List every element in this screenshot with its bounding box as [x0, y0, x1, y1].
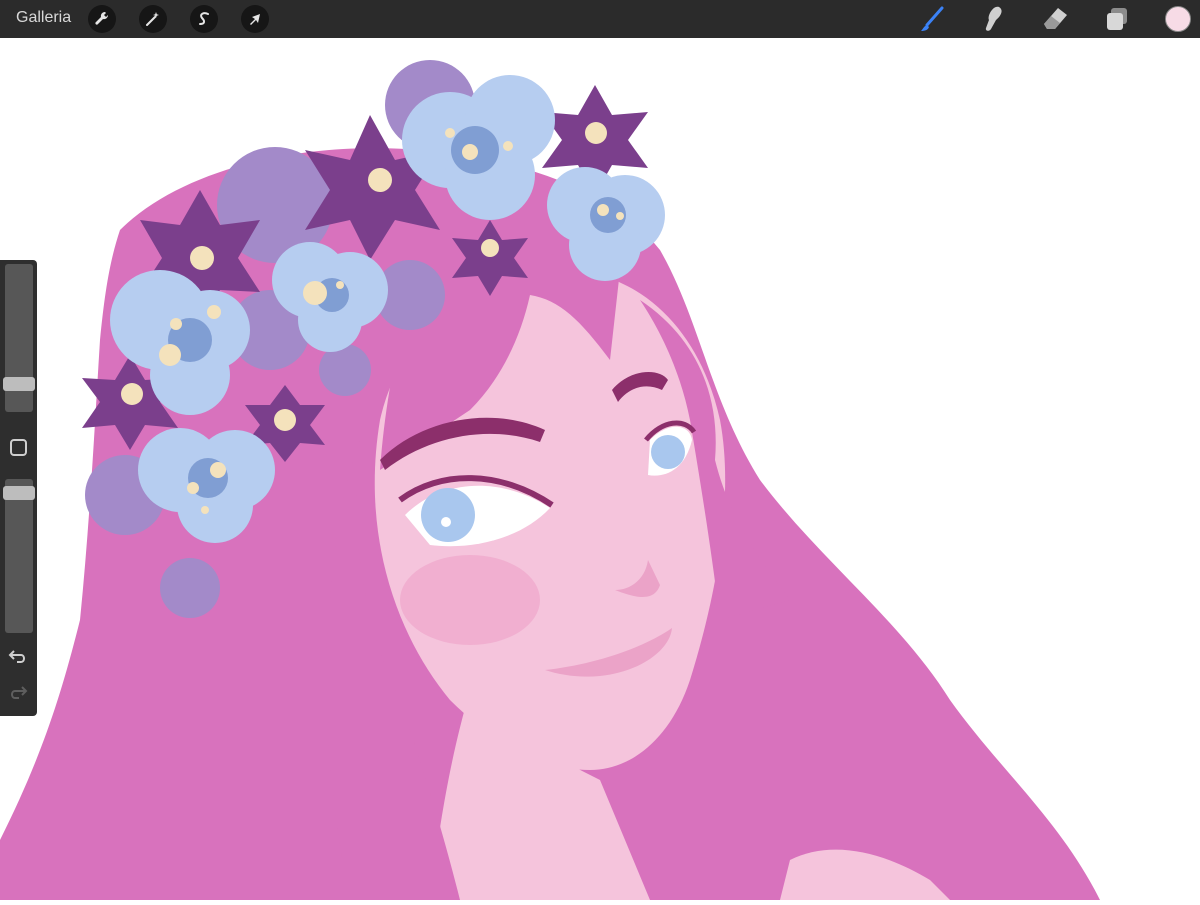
top-toolbar: Galleria: [0, 0, 1200, 38]
brush-tool-button[interactable]: [918, 4, 948, 34]
eraser-tool-button[interactable]: [1041, 4, 1071, 34]
opacity-thumb[interactable]: [3, 486, 35, 500]
opacity-slider[interactable]: [5, 479, 33, 633]
magic-wand-icon: [146, 12, 159, 26]
modify-square-icon[interactable]: [10, 439, 27, 456]
selection-s-icon: [199, 12, 209, 25]
arrow-cursor-icon: [250, 14, 260, 25]
left-sidebar: [0, 260, 37, 716]
eraser-icon: [1044, 8, 1067, 29]
right-iris: [651, 435, 685, 469]
drawing-canvas[interactable]: [0, 38, 1200, 901]
actions-button[interactable]: [88, 5, 116, 33]
wrench-icon: [95, 11, 109, 25]
cheek-blush: [400, 555, 540, 645]
layers-icon: [1107, 8, 1127, 30]
canvas-artwork: [0, 60, 1100, 901]
left-iris: [421, 488, 475, 542]
brush-size-thumb[interactable]: [3, 377, 35, 391]
brush-icon: [921, 6, 944, 31]
undo-icon[interactable]: [8, 646, 28, 666]
selection-button[interactable]: [190, 5, 218, 33]
adjustments-button[interactable]: [139, 5, 167, 33]
transform-button[interactable]: [241, 5, 269, 33]
gallery-link[interactable]: Galleria: [16, 9, 71, 27]
smudge-tool-button[interactable]: [979, 4, 1009, 34]
color-picker-button[interactable]: [1165, 6, 1191, 32]
smudge-icon: [985, 6, 1002, 31]
layers-button[interactable]: [1102, 4, 1132, 34]
redo-icon[interactable]: [8, 682, 28, 702]
